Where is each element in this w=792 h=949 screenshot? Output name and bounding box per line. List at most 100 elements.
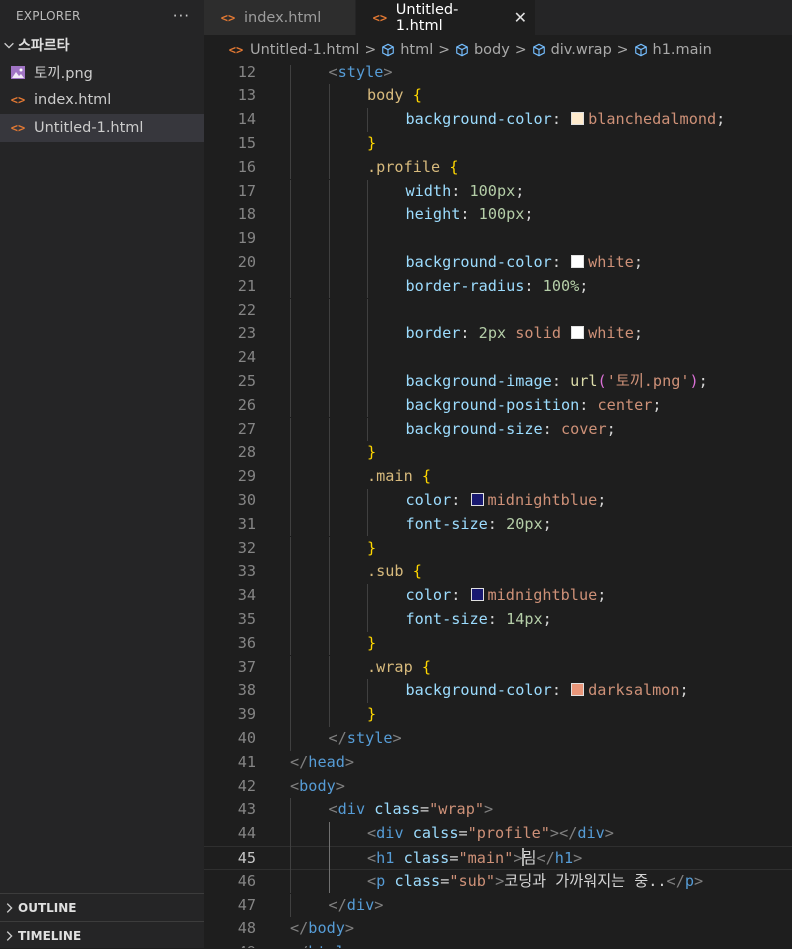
code-text: height: 100px;: [405, 205, 534, 224]
indent-guide: [290, 607, 291, 632]
code-line[interactable]: 19: [204, 227, 792, 251]
code-line[interactable]: 32}: [204, 537, 792, 561]
file-item-untitled-1-html[interactable]: <> Untitled-1.html: [0, 114, 204, 142]
indent-guide: [328, 560, 330, 585]
code-line[interactable]: 23 border: 2px solid white;: [204, 322, 792, 346]
line-number: 45: [237, 848, 256, 867]
editor-tabs: <> index.html <> Untitled-1.html ✕: [204, 0, 792, 35]
line-number: 44: [237, 824, 256, 843]
line-number: 25: [237, 371, 256, 390]
code-line[interactable]: 44 <div calss="profile"></div>: [204, 822, 792, 846]
code-line[interactable]: 13 body {: [204, 84, 792, 108]
more-actions-icon[interactable]: ···: [173, 7, 190, 25]
code-line[interactable]: 35 font-size: 14px;: [204, 608, 792, 632]
code-line[interactable]: 43 <div class="wrap">: [204, 798, 792, 822]
code-editor[interactable]: 12 <style> 13 body {14 background-color: bla…: [204, 65, 792, 948]
code-line[interactable]: 42 <body>: [204, 775, 792, 799]
breadcrumb-file[interactable]: <> Untitled-1.html: [228, 42, 360, 58]
html-file-icon: <>: [220, 10, 236, 25]
breadcrumb-html[interactable]: html: [381, 42, 433, 58]
folder-row[interactable]: 스파르타: [0, 32, 204, 58]
indent-guide: [328, 607, 330, 632]
code-line[interactable]: 25 background-image: url('토끼.png');: [204, 370, 792, 394]
indent-guide: [328, 346, 330, 370]
outline-section[interactable]: OUTLINE: [0, 893, 204, 921]
line-number: 13: [237, 86, 256, 105]
code-line[interactable]: 38 background-color: darksalmon;: [204, 679, 792, 703]
code-line[interactable]: 47 </div>: [204, 894, 792, 918]
indent-guide: [290, 798, 291, 823]
breadcrumb-label: body: [473, 42, 510, 58]
code-line[interactable]: 31 font-size: 20px;: [204, 513, 792, 537]
file-item-index-html[interactable]: <> index.html: [0, 86, 204, 114]
color-swatch[interactable]: [571, 326, 585, 340]
code-line[interactable]: 36}: [204, 632, 792, 656]
line-number: 22: [237, 300, 256, 319]
breadcrumb-body[interactable]: body: [455, 42, 510, 58]
indent-guide: [328, 631, 330, 656]
indent-guide: [290, 441, 291, 466]
code-line[interactable]: 29 .main {: [204, 465, 792, 489]
code-line[interactable]: 24: [204, 346, 792, 370]
close-icon[interactable]: ✕: [514, 8, 527, 27]
line-number: 31: [237, 514, 256, 533]
code-line[interactable]: 37 .wrap {: [204, 656, 792, 680]
line-number: 40: [237, 728, 256, 747]
indent-guide: [328, 369, 330, 394]
timeline-label: TIMELINE: [18, 928, 82, 943]
code-text: font-size: 20px;: [405, 514, 552, 533]
code-line[interactable]: 34 color: midnightblue;: [204, 584, 792, 608]
indent-guide: [328, 131, 330, 156]
element-cube-icon: [382, 43, 395, 57]
indent-guide: [367, 227, 368, 251]
code-line[interactable]: 22: [204, 299, 792, 323]
code-text: <body>: [290, 776, 345, 795]
tab-index-html[interactable]: <> index.html: [204, 0, 356, 35]
code-line[interactable]: 17 width: 100px;: [204, 180, 792, 204]
color-swatch[interactable]: [470, 492, 484, 506]
code-line[interactable]: 26 background-position: center;: [204, 394, 792, 418]
breadcrumb-h1-main[interactable]: h1.main: [634, 42, 712, 58]
file-item-rabbit-png[interactable]: 토끼.png: [0, 58, 204, 86]
code-text: </div>: [328, 895, 384, 914]
code-line[interactable]: 49 </html>: [204, 941, 792, 948]
code-line[interactable]: 41 </head>: [204, 751, 792, 775]
timeline-section[interactable]: TIMELINE: [0, 921, 204, 949]
code-line[interactable]: 39}: [204, 703, 792, 727]
breadcrumb-div-wrap[interactable]: div.wrap: [532, 42, 612, 58]
code-line[interactable]: 21 border-radius: 100%;: [204, 275, 792, 299]
indent-guide: [328, 274, 330, 299]
code-line[interactable]: 27 background-size: cover;: [204, 418, 792, 442]
color-swatch[interactable]: [571, 254, 585, 268]
indent-guide: [290, 822, 291, 846]
code-line[interactable]: 30 color: midnightblue;: [204, 489, 792, 513]
code-line[interactable]: 16 .profile {: [204, 156, 792, 180]
code-line[interactable]: 15}: [204, 132, 792, 156]
file-name: Untitled-1.html: [34, 120, 144, 136]
color-swatch[interactable]: [571, 112, 585, 126]
color-swatch[interactable]: [470, 588, 484, 602]
code-line[interactable]: 45 <h1 class="main">림</h1>: [204, 845, 792, 870]
indent-guide: [290, 108, 291, 132]
code-line[interactable]: 18 height: 100px;: [204, 203, 792, 227]
line-number: 24: [237, 348, 256, 367]
indent-guide: [290, 655, 291, 680]
code-line[interactable]: 48 </body>: [204, 917, 792, 941]
code-text: <p class="sub">코딩과 가까워지는 중..</p>: [367, 871, 704, 890]
code-text: }: [367, 538, 377, 557]
code-line[interactable]: 28}: [204, 441, 792, 465]
line-number: 46: [237, 871, 256, 890]
code-line[interactable]: 14 background-color: blanchedalmond;: [204, 108, 792, 132]
tab-untitled-1-html[interactable]: <> Untitled-1.html ✕: [356, 0, 536, 35]
indent-guide: [290, 893, 291, 918]
code-line[interactable]: 46 <p class="sub">코딩과 가까워지는 중..</p>: [204, 870, 792, 894]
indent-guide: [290, 65, 291, 85]
outline-label: OUTLINE: [18, 900, 77, 915]
code-line[interactable]: 12 <style>: [204, 65, 792, 84]
code-line[interactable]: 40 </style>: [204, 727, 792, 751]
code-line[interactable]: 33 .sub {: [204, 560, 792, 584]
indent-guide: [290, 584, 291, 608]
code-line[interactable]: 20 background-color: white;: [204, 251, 792, 275]
indent-guide: [328, 465, 330, 489]
color-swatch[interactable]: [571, 683, 585, 697]
